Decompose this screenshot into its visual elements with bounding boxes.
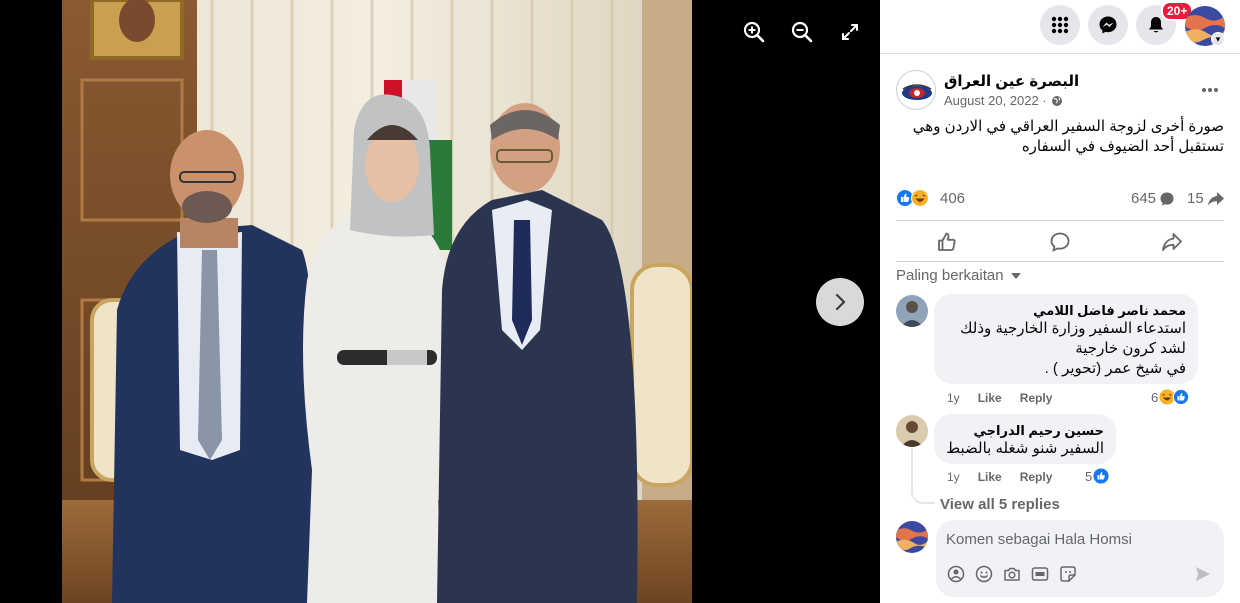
share-count[interactable]: 15 [1187,190,1225,207]
comment-reaction-count: 6 [1151,389,1159,405]
chevron-down-icon[interactable]: ▾ [1211,32,1225,46]
thumbs-up-icon [938,232,956,251]
comment-count-text: 645 [1131,190,1157,207]
post-date[interactable]: August 20, 2022 · [944,93,1063,108]
zoom-in-button[interactable] [736,14,772,50]
messenger-button[interactable] [1088,5,1128,45]
messenger-icon [1099,16,1117,34]
post-header: البصرة عين العراق August 20, 2022 · [896,70,1226,114]
comment-meta: 1y Like Reply [947,470,1052,484]
page-avatar[interactable] [896,70,936,110]
zoom-out-icon [791,21,813,43]
camera-icon [1004,567,1020,581]
page-logo [902,84,932,100]
comment-reactions[interactable]: 5 [1085,468,1109,484]
post-date-text: August 20, 2022 · [944,93,1047,108]
photo-illustration [62,0,692,603]
share-count-text: 15 [1187,190,1204,207]
comment-author[interactable]: حسين رحيم الدراجي [946,422,1105,439]
send-button[interactable] [1193,564,1213,584]
comment-reply-button[interactable]: Reply [1020,391,1053,405]
comment-composer [936,520,1224,597]
comment-icon [1050,232,1070,252]
zoom-out-button[interactable] [784,14,820,50]
commenter-avatar[interactable] [896,415,928,447]
send-icon [1196,567,1210,581]
reaction-icons[interactable] [896,189,929,207]
reaction-count[interactable]: 406 [940,190,965,207]
reply-thread-line [911,448,935,504]
post-actions [896,220,1224,262]
emoji-button[interactable] [974,564,994,584]
post-text: صورة أخرى لزوجة السفير العراقي في الاردن… [912,118,1224,155]
comment-count[interactable]: 645 [1131,190,1175,207]
like-button[interactable] [933,229,961,255]
share-arrow-icon [1207,191,1224,205]
avatar-image [896,295,928,327]
more-options-button[interactable] [1196,78,1224,102]
comment-time[interactable]: 1y [947,391,960,405]
comment-time[interactable]: 1y [947,470,960,484]
post-stats: 406 645 15 [896,188,1224,210]
comment-meta: 1y Like Reply [947,391,1052,405]
avatar-image [896,415,928,447]
haha-reaction-icon [911,189,929,207]
photo-button[interactable] [1002,564,1022,584]
comment-sort-label: Paling berkaitan [896,267,1004,284]
comment-author[interactable]: محمد ناصر فاضل اللامي [946,302,1186,319]
emoji-icon [975,565,993,583]
post-panel: 20+ ▾ البصرة عين العراق August 20, 2022 … [880,0,1240,603]
next-photo-button[interactable] [816,278,864,326]
like-reaction-icon [1173,389,1190,405]
post-photo [62,0,692,603]
commenter-avatar[interactable] [896,295,928,327]
top-bar: 20+ ▾ [880,0,1240,54]
like-reaction-icon [1093,468,1109,484]
menu-button[interactable] [1040,5,1080,45]
comment-like-button[interactable]: Like [978,470,1002,484]
globe-icon [1051,95,1062,106]
photo-viewer [0,0,880,603]
comment-text-line: لشد كرون خارجية [1075,340,1186,357]
fullscreen-icon [842,24,858,40]
caret-down-icon [1010,272,1021,279]
page-name[interactable]: البصرة عين العراق [944,72,1079,90]
grid-menu-icon [1051,16,1069,34]
gif-icon [1031,567,1049,581]
avatar-image [896,521,928,553]
comment-reply-button[interactable]: Reply [1020,470,1053,484]
comment-input[interactable] [946,528,1206,550]
more-icon [1202,88,1218,92]
sticker-button[interactable] [1058,564,1078,584]
composer-avatar [896,521,928,553]
chevron-right-icon [835,293,846,311]
zoom-in-icon [743,21,765,43]
comment-like-button[interactable]: Like [978,391,1002,405]
comment-bubble-icon [1160,192,1174,205]
view-replies-link[interactable]: View all 5 replies [940,496,1060,513]
comment-sort-filter[interactable]: Paling berkaitan [896,267,1022,284]
sticker-icon [1060,566,1076,582]
comment-reactions[interactable]: 6 [1151,389,1190,405]
avatar-sticker-button[interactable] [946,564,966,584]
comment-text-line: السفير شنو شغله بالضبط [946,440,1104,457]
gif-button[interactable] [1030,564,1050,584]
share-button[interactable] [1158,229,1186,255]
comment-bubble: حسين رحيم الدراجي السفير شنو شغله بالضبط [934,414,1116,464]
comment-text-line: في شيخ عمر (تحوير ) . [1044,360,1186,377]
comment-button[interactable] [1046,229,1074,255]
comment-text-line: استدعاء السفير وزارة الخارجية وذلك [960,320,1186,337]
avatar-sticker-icon [947,565,965,583]
comment-bubble: محمد ناصر فاضل اللامي استدعاء السفير وزا… [934,294,1198,384]
fullscreen-button[interactable] [832,14,868,50]
comment-reaction-count: 5 [1085,468,1093,484]
share-icon [1162,233,1182,251]
